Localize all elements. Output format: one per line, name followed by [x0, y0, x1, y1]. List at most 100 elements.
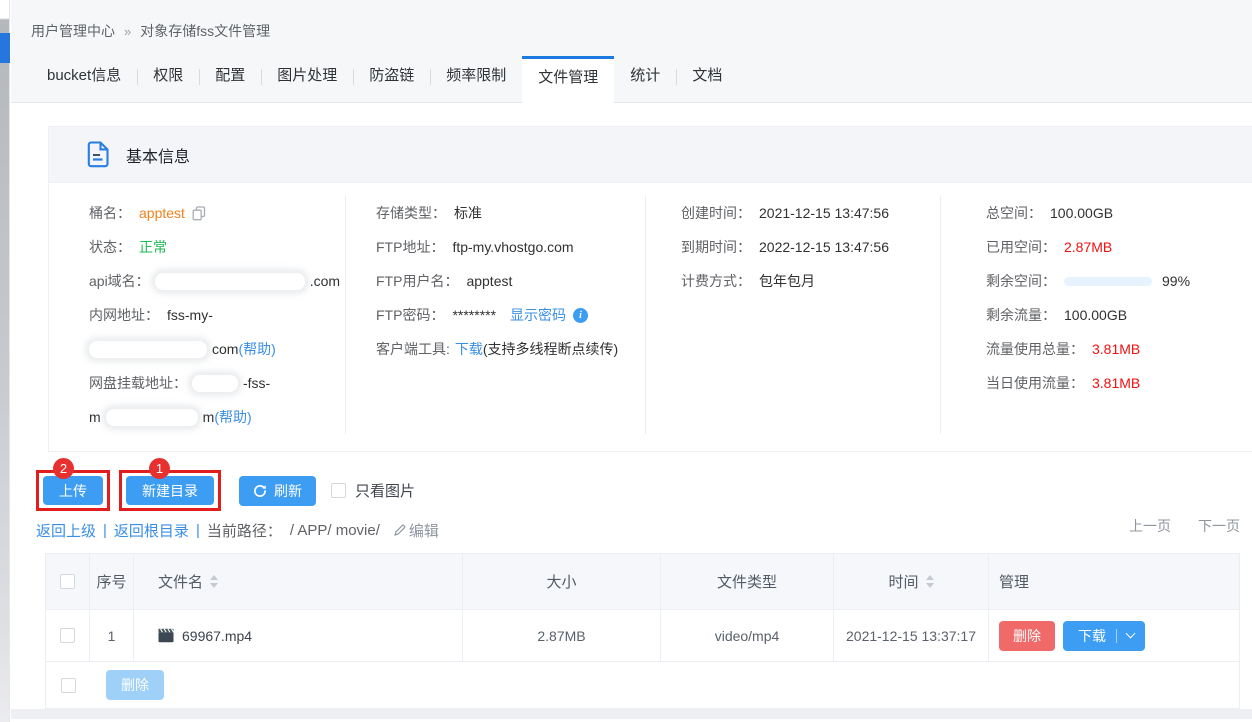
header-index: 序号: [90, 554, 134, 610]
tab-statistics[interactable]: 统计: [614, 56, 676, 98]
status-value: 正常: [139, 237, 167, 257]
ftp-user-label: FTP用户名：: [376, 271, 458, 291]
annotation-badge-2: 2: [53, 458, 74, 479]
free-space-progressbar: [1064, 277, 1152, 286]
used-space-value: 2.87MB: [1064, 239, 1112, 255]
download-file-button[interactable]: 下载: [1063, 621, 1145, 651]
edit-path-link[interactable]: 编辑: [393, 520, 439, 541]
path-divider: |: [196, 522, 200, 539]
tab-permissions[interactable]: 权限: [137, 56, 199, 98]
breadcrumb: 用户管理中心 » 对象存储fss文件管理: [11, 0, 1252, 56]
prev-page-button[interactable]: 上一页: [1129, 516, 1171, 536]
total-space-label: 总空间：: [986, 203, 1042, 223]
header-filetype: 文件类型: [661, 554, 834, 610]
table-header-row: 序号 文件名 大小 文件类型 时间 管理: [46, 554, 1239, 610]
tab-file-management[interactable]: 文件管理: [522, 56, 614, 103]
intranet-value: fss-my-: [167, 307, 213, 323]
traffic-today-label: 当日使用流量：: [986, 373, 1084, 393]
back-to-parent-link[interactable]: 返回上级: [36, 520, 96, 541]
storage-type-value: 标准: [454, 203, 482, 223]
traffic-total-label: 流量使用总量：: [986, 339, 1084, 359]
refresh-button[interactable]: 刷新: [239, 476, 316, 506]
client-tool-label: 客户端工具:: [376, 339, 450, 359]
sidebar-active-indicator: [0, 33, 10, 63]
annotation-badge-1: 1: [149, 458, 170, 479]
breadcrumb-user-center[interactable]: 用户管理中心: [31, 23, 115, 39]
row-index: 1: [90, 610, 134, 662]
client-tool-note: (支持多线程断点续传): [483, 339, 618, 359]
basic-info-panel: 基本信息 桶名：apptest 状态：正常 api域名：.com 内网地址：fs…: [48, 126, 1252, 452]
tab-bucket-info[interactable]: bucket信息: [31, 56, 137, 98]
download-label: 下载: [1078, 626, 1106, 646]
info-column-2: 存储类型：标准 FTP地址：ftp-my.vhostgo.com FTP用户名：…: [346, 196, 646, 434]
current-path-label: 当前路径：: [207, 520, 282, 541]
tab-docs[interactable]: 文档: [676, 56, 738, 98]
row-checkbox[interactable]: [60, 628, 75, 643]
free-space-label: 剩余空间：: [986, 271, 1056, 291]
header-manage: 管理: [989, 554, 1239, 610]
chevron-down-icon[interactable]: [1126, 629, 1136, 639]
ftp-pwd-label: FTP密码：: [376, 305, 444, 325]
tab-bar: bucket信息 权限 配置 图片处理 防盗链 频率限制 文件管理 统计 文档: [11, 56, 1252, 103]
upload-button[interactable]: 上传: [43, 476, 103, 505]
breadcrumb-separator: »: [124, 24, 131, 39]
path-divider: |: [103, 522, 107, 539]
netdisk-prefix: m: [89, 409, 101, 425]
delete-file-button[interactable]: 删除: [999, 621, 1055, 651]
header-filename: 文件名: [158, 571, 203, 592]
sort-filename-control[interactable]: [210, 575, 218, 588]
bucket-label: 桶名：: [89, 203, 131, 223]
netdisk-mid: -fss-: [243, 375, 270, 391]
annotation-box-upload: 2 上传: [36, 470, 110, 511]
show-password-link[interactable]: 显示密码: [510, 305, 566, 325]
file-table: 序号 文件名 大小 文件类型 时间 管理 1: [45, 553, 1240, 709]
footer-select-checkbox[interactable]: [61, 678, 76, 693]
file-toolbar: 2 上传 1 新建目录 刷新 只看图片: [36, 471, 1252, 510]
tab-hotlink-protection[interactable]: 防盗链: [353, 56, 430, 98]
sort-time-control[interactable]: [926, 575, 934, 588]
copy-icon[interactable]: [192, 206, 206, 221]
info-column-3: 创建时间：2021-12-15 13:47:56 到期时间：2022-12-15…: [646, 196, 941, 434]
expire-value: 2022-12-15 13:47:56: [759, 239, 889, 255]
collapsed-sidebar-strip: [0, 0, 10, 722]
api-domain-label: api域名：: [89, 271, 150, 291]
video-file-icon: [158, 628, 174, 643]
intranet-label: 内网地址：: [89, 305, 159, 325]
select-all-checkbox[interactable]: [60, 574, 75, 589]
netdisk-suffix: m: [203, 409, 215, 425]
tab-rate-limit[interactable]: 频率限制: [430, 56, 522, 98]
document-icon: [86, 141, 110, 168]
billing-label: 计费方式：: [681, 271, 751, 291]
row-size: 2.87MB: [463, 610, 661, 662]
pagination: 上一页 下一页: [1129, 516, 1240, 536]
traffic-today-value: 3.81MB: [1092, 375, 1140, 391]
redacted-api-domain: [155, 273, 305, 290]
only-images-checkbox[interactable]: [331, 483, 346, 498]
page-bottom-strip: [11, 709, 1252, 719]
path-bar: 返回上级 | 返回根目录 | 当前路径： / APP/ movie/ 编辑 上一…: [36, 520, 1240, 541]
tab-config[interactable]: 配置: [199, 56, 261, 98]
total-space-value: 100.00GB: [1050, 205, 1113, 221]
client-download-link[interactable]: 下载: [455, 339, 483, 359]
back-to-root-link[interactable]: 返回根目录: [114, 520, 189, 541]
ftp-pwd-masked: ********: [452, 307, 496, 323]
storage-type-label: 存储类型：: [376, 203, 446, 223]
free-traffic-value: 100.00GB: [1064, 307, 1127, 323]
breadcrumb-current: 对象存储fss文件管理: [140, 23, 270, 39]
new-directory-button[interactable]: 新建目录: [126, 476, 214, 505]
panel-title: 基本信息: [126, 143, 190, 167]
pencil-icon: [393, 524, 406, 537]
free-space-percent: 99%: [1162, 273, 1190, 289]
table-row: 1 69967.mp4 2.87MB video/mp4 2021-12-15 …: [46, 610, 1239, 662]
api-domain-suffix: .com: [310, 273, 340, 289]
row-time: 2021-12-15 13:37:17: [834, 610, 989, 662]
info-icon[interactable]: i: [573, 308, 588, 323]
netdisk-help-link[interactable]: (帮助): [214, 407, 251, 427]
next-page-button[interactable]: 下一页: [1198, 516, 1240, 536]
intranet-help-link[interactable]: (帮助): [238, 339, 275, 359]
batch-delete-button-disabled[interactable]: 删除: [106, 670, 164, 700]
free-traffic-label: 剩余流量：: [986, 305, 1056, 325]
tab-image-processing[interactable]: 图片处理: [261, 56, 353, 98]
refresh-icon: [253, 484, 267, 498]
refresh-label: 刷新: [274, 481, 302, 501]
